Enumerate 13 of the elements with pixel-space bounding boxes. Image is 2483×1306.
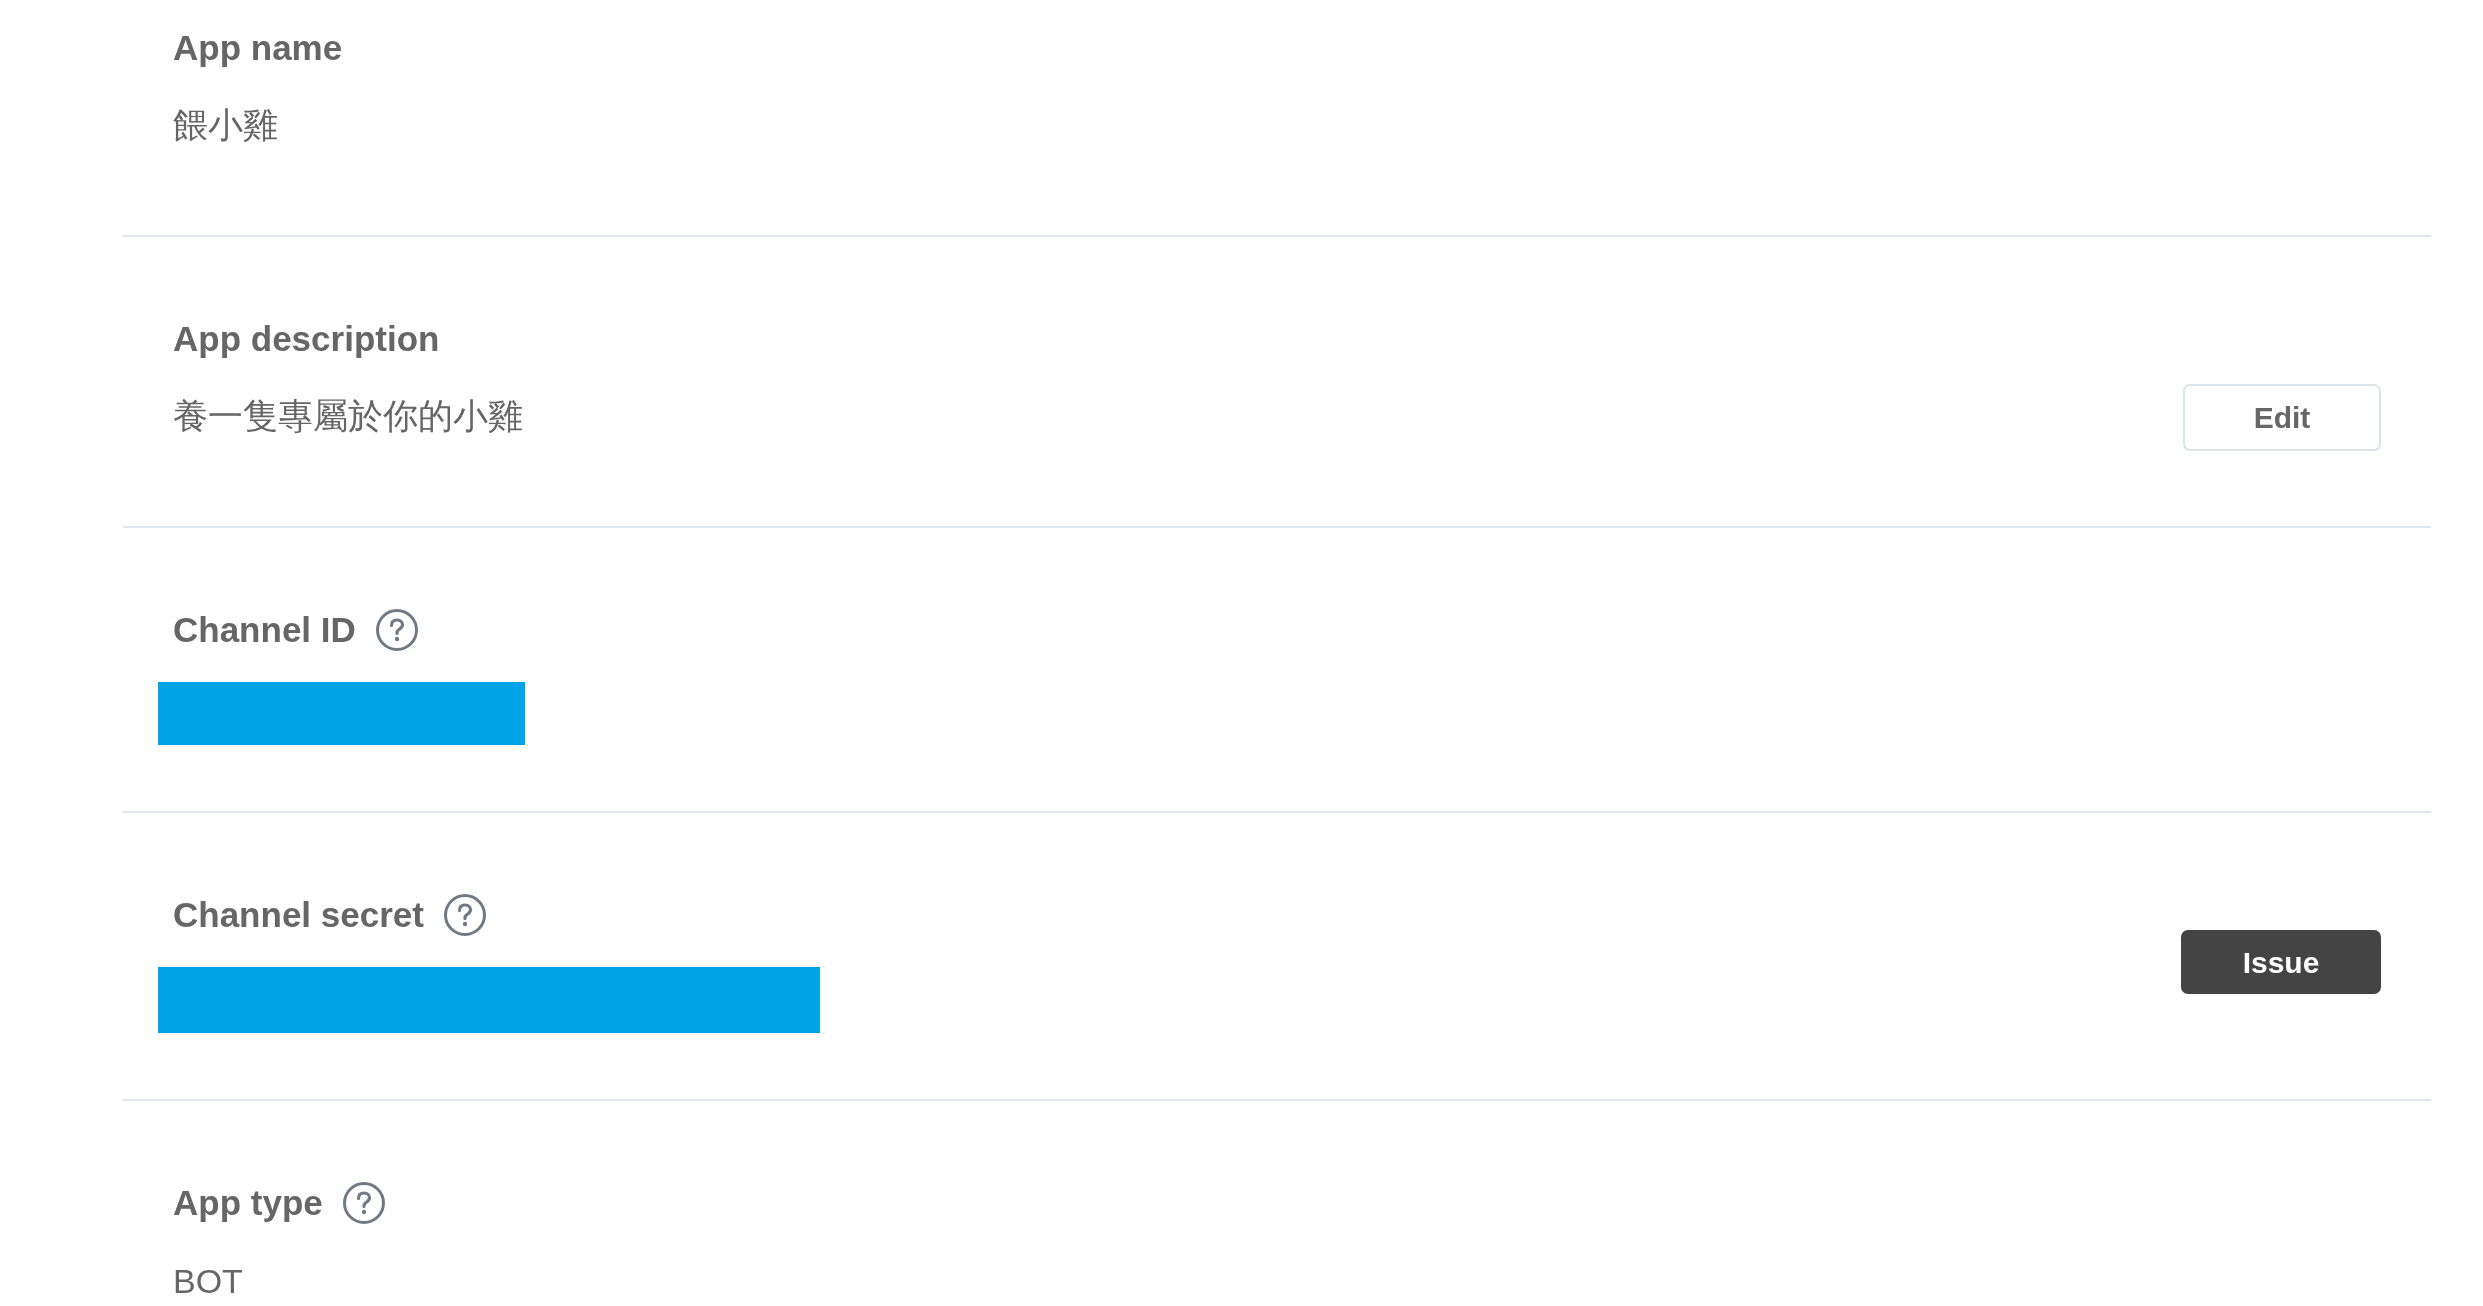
help-icon[interactable]: [443, 894, 486, 936]
issue-button[interactable]: Issue: [2181, 930, 2381, 994]
edit-button[interactable]: Edit: [2183, 383, 2381, 451]
field-label: Channel ID: [173, 609, 356, 651]
field-label: Channel secret: [173, 894, 424, 936]
field-value: BOT: [173, 1261, 243, 1302]
field-value: 餵小雞: [173, 105, 278, 147]
field-label: App description: [173, 318, 440, 360]
help-icon[interactable]: [375, 609, 418, 651]
field-label: App name: [173, 27, 343, 69]
field-value: 養一隻專屬於你的小雞: [173, 396, 523, 438]
field-label: App type: [173, 1182, 323, 1224]
help-icon[interactable]: [342, 1182, 385, 1224]
